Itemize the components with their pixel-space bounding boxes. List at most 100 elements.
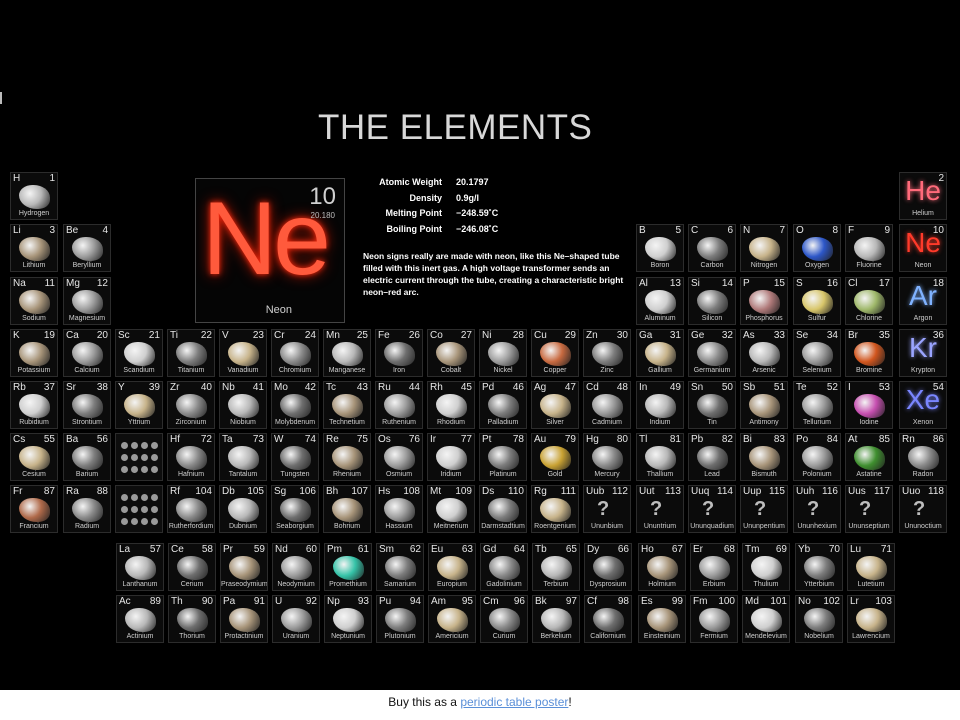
element-name: Carbon <box>700 262 724 269</box>
element-symbol: Sb <box>743 382 756 393</box>
element-symbol: Nb <box>222 382 235 393</box>
element-cell-w: W 74 Tungsten <box>271 433 319 481</box>
element-cell-as: As 33 Arsenic <box>740 329 788 377</box>
element-name: Dubnium <box>228 523 257 530</box>
element-symbol: Uus <box>848 486 866 497</box>
element-symbol: Sm <box>379 544 394 555</box>
element-symbol: Es <box>641 596 653 607</box>
element-name: Seaborgium <box>276 523 314 530</box>
element-symbol: Li <box>13 225 21 236</box>
element-number: 53 <box>878 382 890 393</box>
element-cell-bh: Bh 107 Bohrium <box>323 485 371 533</box>
element-name: Polonium <box>802 471 832 478</box>
element-name: Ununbium <box>591 523 623 530</box>
element-sample-image <box>228 342 259 366</box>
sample-thumbnail-dot <box>131 518 138 525</box>
element-symbol: Hs <box>378 486 391 497</box>
element-number: 62 <box>409 544 421 555</box>
element-symbol: Lu <box>850 544 862 555</box>
element-cell-ho: Ho 67 Holmium <box>638 543 686 591</box>
element-symbol: Ru <box>378 382 391 393</box>
element-cell-cd: Cd 48 Cadmium <box>583 381 631 429</box>
poster-link[interactable]: periodic table poster <box>460 695 568 709</box>
element-sample-image <box>749 446 780 470</box>
element-number: 85 <box>878 434 890 445</box>
element-cell-at: At 85 Astatine <box>845 433 893 481</box>
element-number: 41 <box>252 382 264 393</box>
element-cell-os: Os 76 Osmium <box>375 433 423 481</box>
element-symbol: Po <box>796 434 809 445</box>
element-symbol: N <box>743 225 751 236</box>
element-cell-na: Na 11 Sodium <box>10 277 58 325</box>
element-sample-image <box>854 394 885 418</box>
element-name: Radon <box>912 471 934 478</box>
element-number: 88 <box>96 486 108 497</box>
element-number: 1 <box>49 173 55 184</box>
element-name: Titanium <box>177 367 205 374</box>
element-number: 109 <box>455 486 472 497</box>
element-name: Magnesium <box>68 315 106 322</box>
element-number: 42 <box>304 382 316 393</box>
element-cell-tb: Tb 65 Terbium <box>532 543 580 591</box>
element-cell-ag: Ag 47 Silver <box>531 381 579 429</box>
sample-thumbnail-dot <box>121 466 128 473</box>
element-symbol: Bi <box>743 434 752 445</box>
element-name: Fermium <box>700 633 728 640</box>
element-sample-image <box>176 342 207 366</box>
element-name: Rutherfordium <box>168 523 214 530</box>
element-symbol: Sc <box>118 330 130 341</box>
element-name: Tin <box>707 419 717 426</box>
element-sample-image <box>280 446 311 470</box>
element-number: 7 <box>779 225 785 236</box>
element-name: Neptunium <box>331 633 365 640</box>
featured-element-weight: 20.180 <box>310 211 335 220</box>
element-symbol: O <box>796 225 804 236</box>
element-cell-tm: Tm 69 Thulium <box>742 543 790 591</box>
element-number: 63 <box>461 544 473 555</box>
element-cell-cm: Cm 96 Curium <box>480 595 528 643</box>
element-cell-p: P 15 Phosphorus <box>740 277 788 325</box>
sample-thumbnail-dot <box>151 442 158 449</box>
element-number: 93 <box>357 596 369 607</box>
element-cell-uus: ? Uus 117 Ununseptium <box>845 485 893 533</box>
element-number: 110 <box>508 486 524 497</box>
element-cell-fm: Fm 100 Fermium <box>690 595 738 643</box>
element-cell-pd: Pd 46 Palladium <box>479 381 527 429</box>
element-symbol: K <box>13 330 20 341</box>
element-name: Neodymium <box>277 581 315 588</box>
element-sample-image <box>124 342 155 366</box>
sample-thumbnail-dot <box>141 454 148 461</box>
element-number: 47 <box>564 382 576 393</box>
element-number: 116 <box>822 486 838 497</box>
element-name: Boron <box>650 262 670 269</box>
element-cell-ni: Ni 28 Nickel <box>479 329 527 377</box>
element-name: Lithium <box>22 262 46 269</box>
element-name: Nitrogen <box>750 262 778 269</box>
element-sample-image <box>854 446 885 470</box>
property-row: Atomic Weight 20.1797 <box>366 177 506 193</box>
property-row: Density 0.9g/l <box>366 193 506 209</box>
element-name: Astatine <box>856 471 882 478</box>
element-cell-bk: Bk 97 Berkelium <box>532 595 580 643</box>
sample-thumbnail-dot <box>151 454 158 461</box>
element-cell-cu: Cu 29 Copper <box>531 329 579 377</box>
element-name: Vanadium <box>227 367 259 374</box>
element-number: 19 <box>43 330 55 341</box>
element-sample-image <box>645 394 676 418</box>
element-number: 72 <box>200 434 212 445</box>
element-cell-uuq: ? Uuq 114 Ununquadium <box>688 485 736 533</box>
element-symbol: Ds <box>482 486 495 497</box>
element-symbol: Np <box>327 596 340 607</box>
element-number: 97 <box>565 596 577 607</box>
element-name: Erbium <box>702 581 726 588</box>
element-cell-o: O 8 Oxygen <box>793 224 841 272</box>
element-cell-be: Be 4 Beryllium <box>63 224 111 272</box>
element-name: Neon <box>914 262 932 269</box>
element-cell-uuh: ? Uuh 116 Ununhexium <box>793 485 841 533</box>
element-unknown-icon: ? <box>859 498 872 520</box>
element-sample-image <box>804 608 835 632</box>
element-symbol: Ni <box>482 330 492 341</box>
element-number: 22 <box>200 330 212 341</box>
element-sample-image <box>384 498 415 522</box>
element-cell-no: No 102 Nobelium <box>795 595 843 643</box>
